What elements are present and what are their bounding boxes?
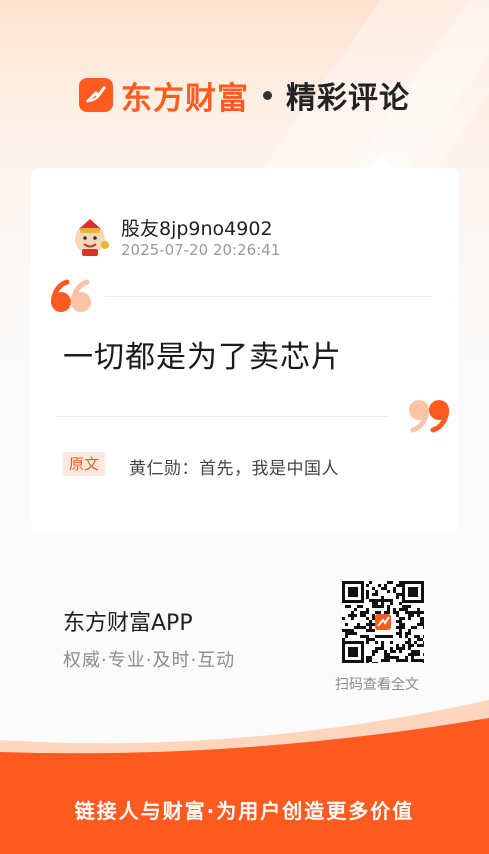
qr-caption: 扫码查看全文 (335, 677, 419, 693)
comment-content: 一切都是为了卖芯片 (63, 340, 342, 375)
section-title: 精彩评论 (286, 81, 410, 116)
user-name[interactable]: 股友8jp9no4902 (121, 214, 273, 241)
card-notch (371, 156, 395, 168)
post-timestamp: 2025-07-20 20:26:41 (121, 241, 281, 259)
close-quote-icon (405, 398, 450, 434)
divider (105, 296, 433, 297)
qr-code-icon[interactable] (342, 581, 426, 665)
app-name: 东方财富APP (63, 611, 193, 636)
brand-header: 东方财富 精彩评论 (0, 70, 489, 120)
app-slogan: 权威·专业·及时·互动 (63, 650, 236, 671)
original-post-text[interactable]: 黄仁勋：首先，我是中国人 (129, 454, 339, 479)
brand-name: 东方财富 (121, 80, 249, 117)
brand-separator-dot (263, 90, 272, 100)
avatar[interactable] (69, 215, 111, 257)
original-post-badge: 原文 (63, 452, 106, 476)
eastmoney-logo-icon (79, 78, 113, 112)
footer-band (0, 700, 489, 854)
divider (56, 416, 389, 417)
comment-card: 股友8jp9no4902 2025-07-20 20:26:41 一切都是为了卖… (31, 156, 459, 533)
open-quote-icon (50, 278, 95, 314)
footer-tagline: 链接人与财富·为用户创造更多价值 (74, 799, 415, 823)
